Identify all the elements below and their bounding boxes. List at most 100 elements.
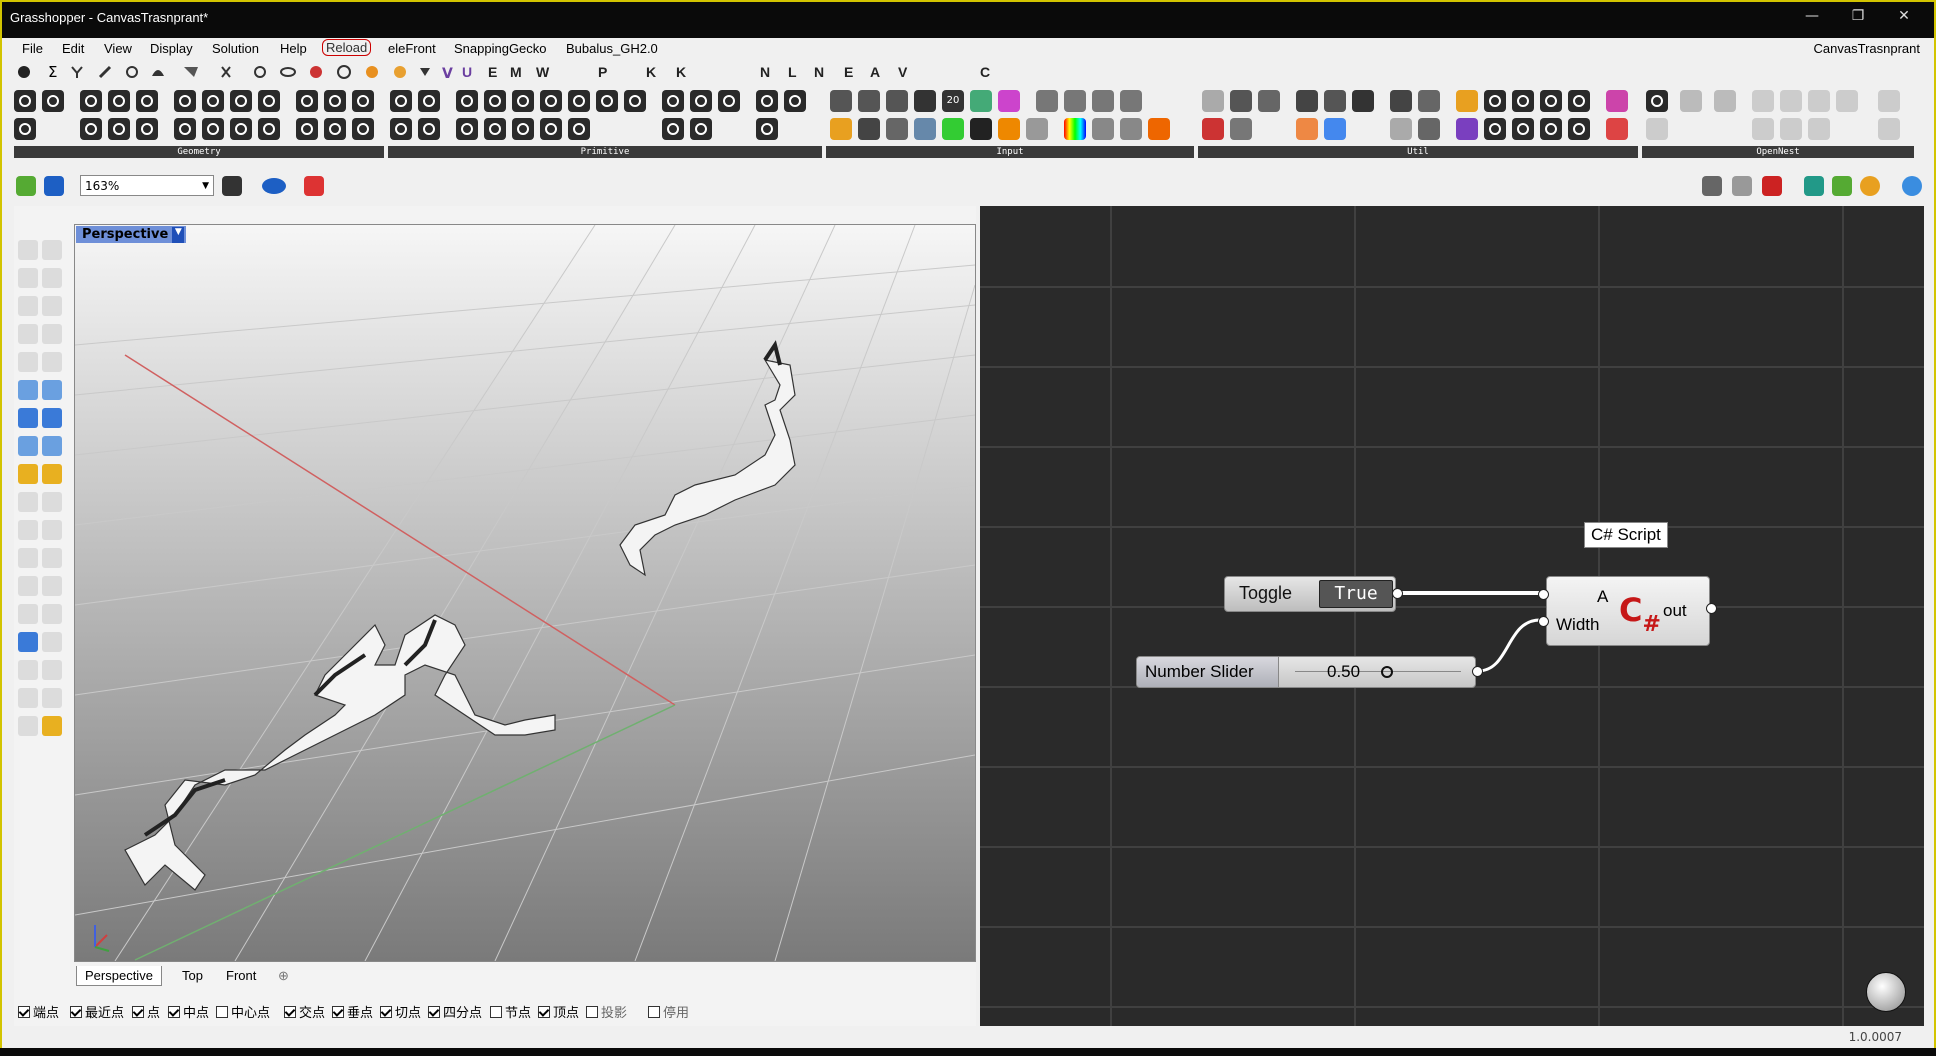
circle-tool-icon[interactable]: [18, 296, 38, 316]
menu-view[interactable]: View: [104, 41, 132, 56]
surface-tool-icon[interactable]: [18, 380, 38, 400]
csharp-script-component[interactable]: A Width C# out: [1546, 576, 1710, 646]
util-icon[interactable]: [1202, 90, 1224, 112]
param-icon[interactable]: [390, 118, 412, 140]
tab-e2[interactable]: E: [844, 64, 853, 80]
preview-eye-icon[interactable]: [262, 178, 286, 194]
button-icon[interactable]: [858, 90, 880, 112]
osnap-tangent[interactable]: 切点: [380, 1002, 421, 1021]
import-3dm-icon[interactable]: [1064, 90, 1086, 112]
osnap-checkbox[interactable]: [70, 1006, 82, 1018]
toggle-output-grip[interactable]: [1392, 588, 1403, 599]
param-icon[interactable]: [14, 90, 36, 112]
opennest-icon[interactable]: [1836, 90, 1858, 112]
param-icon[interactable]: [136, 90, 158, 112]
util-icon[interactable]: [1324, 118, 1346, 140]
param-icon[interactable]: [202, 90, 224, 112]
util-icon[interactable]: [1568, 118, 1590, 140]
point-tool-icon[interactable]: [42, 240, 62, 260]
grasshopper-canvas[interactable]: Toggle True Number Slider 0.50 C# Script…: [980, 206, 1924, 1026]
number-slider[interactable]: Number Slider 0.50: [1136, 656, 1476, 688]
tab-k1[interactable]: K: [646, 64, 656, 80]
gradient-bar-icon[interactable]: [1064, 118, 1086, 140]
import-pdb-icon[interactable]: [1120, 118, 1142, 140]
dimension-tool-icon[interactable]: [42, 576, 62, 596]
slider-icon[interactable]: [858, 118, 880, 140]
param-icon[interactable]: [568, 90, 590, 112]
osnap-disable[interactable]: 停用: [648, 1002, 689, 1021]
osnap-checkbox[interactable]: [586, 1006, 598, 1018]
param-icon[interactable]: [690, 90, 712, 112]
opennest-icon[interactable]: [1646, 118, 1668, 140]
param-icon[interactable]: [108, 90, 130, 112]
osnap-checkbox[interactable]: [168, 1006, 180, 1018]
canvas-widget-icon[interactable]: [1866, 972, 1906, 1012]
transform-tool-icon[interactable]: [42, 464, 62, 484]
trim-tool-icon[interactable]: [18, 492, 38, 512]
param-icon[interactable]: [324, 90, 346, 112]
minimize-button[interactable]: —: [1792, 8, 1832, 30]
colour-wheel-icon[interactable]: [970, 90, 992, 112]
graph-icon[interactable]: [1026, 118, 1048, 140]
osnap-checkbox[interactable]: [284, 1006, 296, 1018]
util-icon[interactable]: [1540, 90, 1562, 112]
param-icon[interactable]: [352, 90, 374, 112]
tab-a[interactable]: A: [870, 64, 880, 80]
param-icon[interactable]: [42, 90, 64, 112]
osnap-checkbox[interactable]: [18, 1006, 30, 1018]
data-dam-icon[interactable]: [1296, 90, 1318, 112]
tab-top[interactable]: Top: [174, 966, 211, 985]
util-icon[interactable]: [1606, 118, 1628, 140]
group-tool-icon[interactable]: [42, 520, 62, 540]
util-icon[interactable]: [1484, 118, 1506, 140]
osnap-checkbox[interactable]: [216, 1006, 228, 1018]
osnap-checkbox[interactable]: [380, 1006, 392, 1018]
document-preview-icon[interactable]: [1804, 176, 1824, 196]
cluster-icon[interactable]: [1352, 90, 1374, 112]
cherry-icon[interactable]: [1202, 118, 1224, 140]
osnap-point[interactable]: 点: [132, 1002, 160, 1021]
tab-w[interactable]: W: [536, 64, 549, 80]
import-coordinates-icon[interactable]: [1148, 118, 1170, 140]
param-icon[interactable]: [512, 118, 534, 140]
osnap-perpendicular[interactable]: 垂点: [332, 1002, 373, 1021]
sphere-tool-icon[interactable]: [42, 408, 62, 428]
osnap-checkbox[interactable]: [648, 1006, 660, 1018]
param-icon[interactable]: [174, 118, 196, 140]
tab-perspective[interactable]: Perspective: [76, 966, 162, 986]
toggle-value[interactable]: True: [1319, 580, 1393, 608]
param-icon[interactable]: [662, 118, 684, 140]
check-tool-icon[interactable]: [42, 688, 62, 708]
param-icon[interactable]: [174, 90, 196, 112]
arc-tool-icon[interactable]: [18, 324, 38, 344]
util-icon[interactable]: [1512, 118, 1534, 140]
util-icon[interactable]: [1230, 90, 1252, 112]
rotate-tool-icon[interactable]: [18, 548, 38, 568]
text-tool-icon[interactable]: [18, 576, 38, 596]
gradient-icon[interactable]: [830, 118, 852, 140]
tab-c[interactable]: C: [980, 64, 990, 80]
display-settings-icon[interactable]: [1860, 176, 1880, 196]
environment-tool-icon[interactable]: [42, 716, 62, 736]
menu-file[interactable]: File: [22, 41, 43, 56]
slider-track[interactable]: [1295, 665, 1461, 672]
matrix-icon[interactable]: [942, 118, 964, 140]
curve-tool-icon[interactable]: [42, 268, 62, 288]
opennest-icon[interactable]: [1878, 90, 1900, 112]
tab-front[interactable]: Front: [218, 966, 264, 985]
slider-output-grip[interactable]: [1472, 666, 1483, 677]
param-icon[interactable]: [296, 118, 318, 140]
pencil-icon[interactable]: [1324, 90, 1346, 112]
slider-knob[interactable]: [1381, 666, 1393, 678]
util-icon[interactable]: [1230, 118, 1252, 140]
opennest-icon[interactable]: [1714, 90, 1736, 112]
menu-solution[interactable]: Solution: [212, 41, 259, 56]
output-out-grip[interactable]: [1706, 603, 1717, 614]
param-icon[interactable]: [484, 90, 506, 112]
util-icon[interactable]: [1456, 118, 1478, 140]
select-tool-icon[interactable]: [18, 240, 38, 260]
param-icon[interactable]: [108, 118, 130, 140]
fillet-tool-icon[interactable]: [42, 352, 62, 372]
boolean-tool-icon[interactable]: [18, 520, 38, 540]
material-tool-icon[interactable]: [18, 716, 38, 736]
